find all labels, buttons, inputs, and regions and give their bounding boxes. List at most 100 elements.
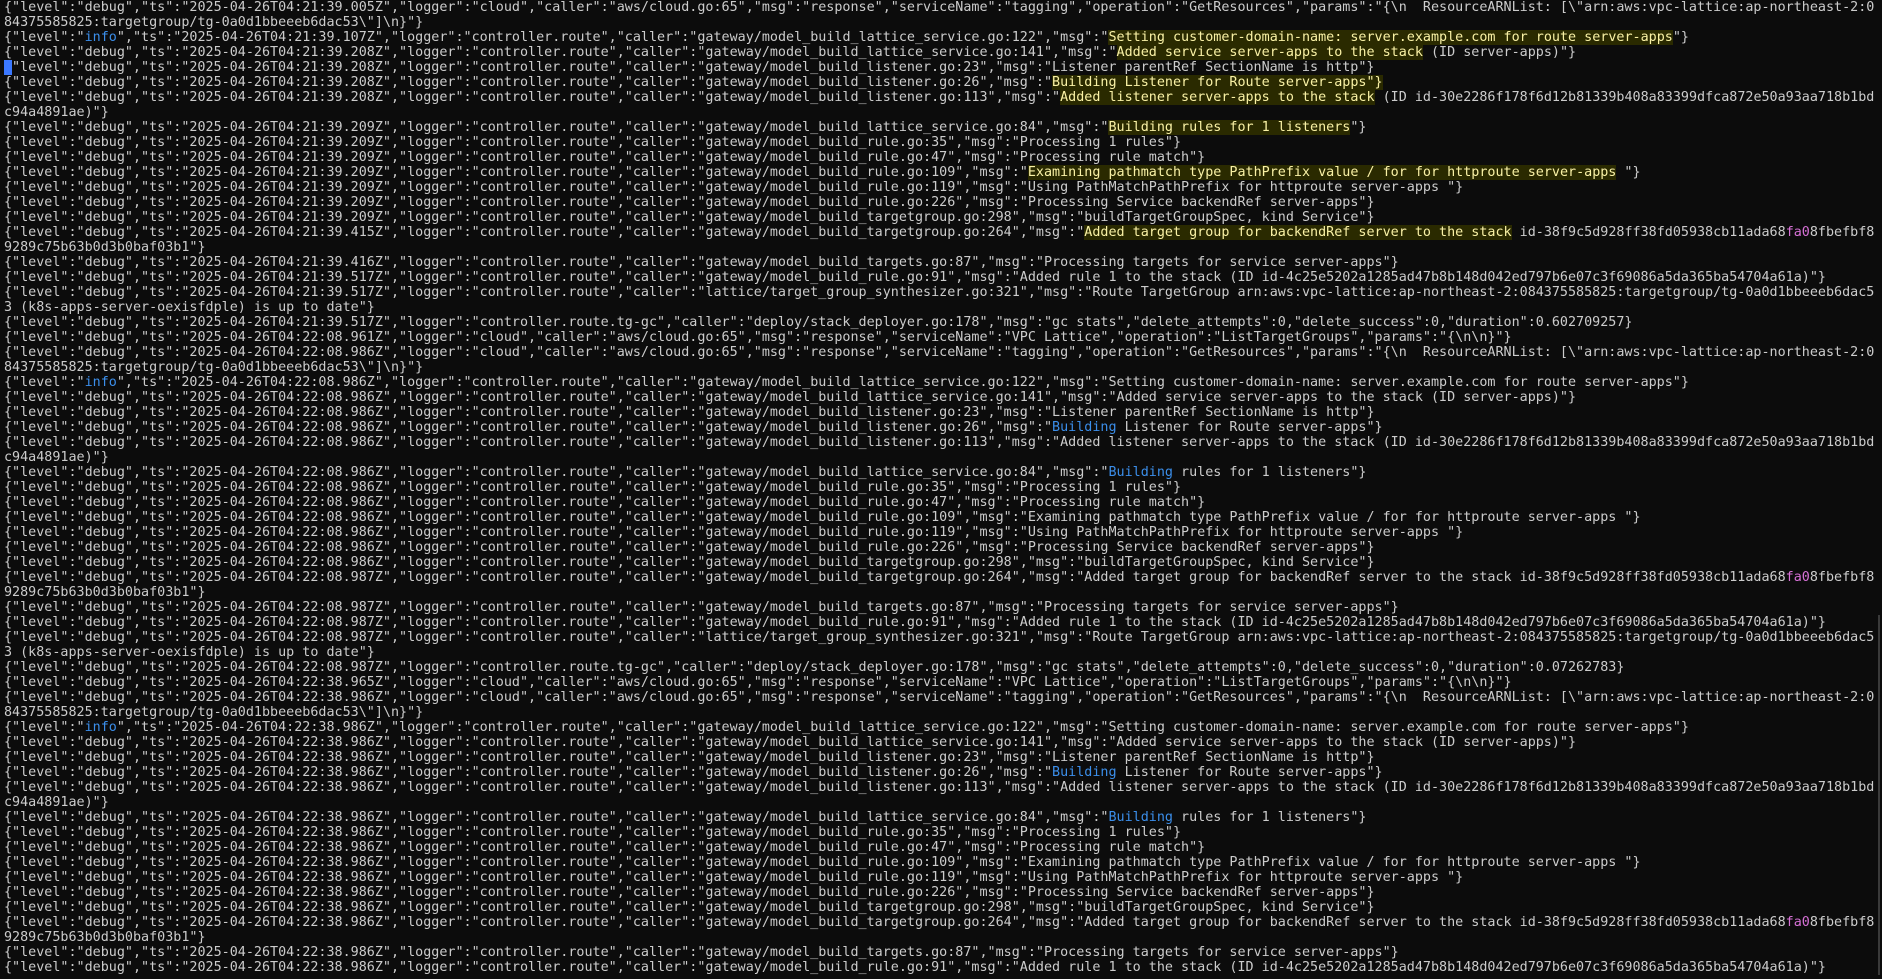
log-segment: ","ts":"2025-04-26T04:22:08.986Z","logge… [116, 375, 1689, 390]
log-segment: {"level":"debug","ts":"2025-04-26T04:22:… [4, 435, 1875, 450]
log-line: {"level":"debug","ts":"2025-04-26T04:21:… [4, 135, 1882, 150]
log-segment: {"level":"debug","ts":"2025-04-26T04:21:… [4, 165, 1028, 180]
log-segment: {"level":"debug","ts":"2025-04-26T04:22:… [4, 960, 1826, 975]
log-segment: Listener for Route server-apps"} [1116, 420, 1383, 435]
log-segment: {"level":"debug","ts":"2025-04-26T04:22:… [4, 765, 1053, 780]
log-line: {"level":"debug","ts":"2025-04-26T04:22:… [4, 615, 1882, 630]
log-segment: {"level":"debug","ts":"2025-04-26T04:22:… [4, 840, 1206, 855]
log-line: {"level":"debug","ts":"2025-04-26T04:21:… [4, 90, 1882, 105]
log-line: {"level":"debug","ts":"2025-04-26T04:22:… [4, 405, 1882, 420]
log-line: {"level":"debug","ts":"2025-04-26T04:22:… [4, 420, 1882, 435]
terminal-window[interactable]: {"level":"debug","ts":"2025-04-26T04:21:… [0, 0, 1882, 979]
log-segment: {"level":"debug","ts":"2025-04-26T04:22:… [4, 690, 1875, 705]
log-segment: {"level":"debug","ts":"2025-04-26T04:21:… [4, 180, 1464, 195]
log-line: {"level":"debug","ts":"2025-04-26T04:22:… [4, 660, 1882, 675]
log-segment: {"level":"debug","ts":"2025-04-26T04:21:… [4, 210, 1375, 225]
log-segment: {"level":"debug","ts":"2025-04-26T04:21:… [4, 315, 1633, 330]
log-line: 84375585825:targetgroup/tg-0a0d1bbeeeb6d… [4, 705, 1882, 720]
log-line: {"level":"debug","ts":"2025-04-26T04:22:… [4, 555, 1882, 570]
log-segment: 84375585825:targetgroup/tg-0a0d1bbeeeb6d… [4, 360, 424, 375]
log-segment: {"level":"debug","ts":"2025-04-26T04:21:… [4, 270, 1826, 285]
log-line: {"level":"debug","ts":"2025-04-26T04:22:… [4, 465, 1882, 480]
log-segment: {"level":"debug","ts":"2025-04-26T04:22:… [4, 525, 1464, 540]
log-line: {"level":"debug","ts":"2025-04-26T04:22:… [4, 885, 1882, 900]
log-line: {"level":"debug","ts":"2025-04-26T04:22:… [4, 900, 1882, 915]
log-segment: Examining pathmatch type PathPrefix valu… [1027, 165, 1617, 180]
log-segment: {"level":"debug","ts":"2025-04-26T04:22:… [4, 825, 1182, 840]
log-line: {"level":"debug","ts":"2025-04-26T04:21:… [4, 195, 1882, 210]
scrollbar[interactable] [1878, 615, 1880, 975]
log-line: {"level":"debug","ts":"2025-04-26T04:22:… [4, 600, 1882, 615]
log-segment: {"level":"debug","ts":"2025-04-26T04:21:… [4, 120, 1109, 135]
log-segment: Building rules for 1 listeners [1108, 120, 1351, 135]
log-segment: {"level":" [4, 375, 85, 390]
log-segment: info [84, 30, 117, 45]
log-line: {"level":"debug","ts":"2025-04-26T04:22:… [4, 855, 1882, 870]
log-line: {"level":"debug","ts":"2025-04-26T04:22:… [4, 390, 1882, 405]
log-segment: 9289c75b63b0d3b0baf03b1"} [4, 240, 206, 255]
log-line: {"level":"debug","ts":"2025-04-26T04:21:… [4, 285, 1882, 300]
log-line: {"level":"debug","ts":"2025-04-26T04:22:… [4, 735, 1882, 750]
log-segment: Setting customer-domain-name: server.exa… [1108, 30, 1673, 45]
log-segment: {"level":"debug","ts":"2025-04-26T04:22:… [4, 810, 1109, 825]
log-segment: "level":"debug","ts":"2025-04-26T04:21:3… [12, 60, 1375, 75]
log-segment: c94a4891ae)"} [4, 105, 109, 120]
log-line: {"level":"debug","ts":"2025-04-26T04:22:… [4, 570, 1882, 585]
log-segment: 8fbefbf8 [1809, 570, 1875, 585]
log-line: c94a4891ae)"} [4, 450, 1882, 465]
log-segment: {"level":"debug","ts":"2025-04-26T04:21:… [4, 75, 1053, 90]
log-segment: (ID server-apps)"} [1422, 45, 1577, 60]
log-segment: {"level":"debug","ts":"2025-04-26T04:22:… [4, 540, 1375, 555]
log-line: 84375585825:targetgroup/tg-0a0d1bbeeeb6d… [4, 15, 1882, 30]
log-segment: Listener for Route server-apps"} [1116, 765, 1383, 780]
log-segment: {"level":"debug","ts":"2025-04-26T04:22:… [4, 915, 1786, 930]
log-segment: {"level":"debug","ts":"2025-04-26T04:22:… [4, 330, 1512, 345]
log-segment: 84375585825:targetgroup/tg-0a0d1bbeeeb6d… [4, 15, 424, 30]
log-segment: {"level":"debug","ts":"2025-04-26T04:22:… [4, 555, 1375, 570]
log-segment: 9289c75b63b0d3b0baf03b1"} [4, 585, 206, 600]
log-segment: {"level":"debug","ts":"2025-04-26T04:22:… [4, 660, 1625, 675]
log-segment: {"level":"debug","ts":"2025-04-26T04:22:… [4, 570, 1786, 585]
log-segment: {"level":"debug","ts":"2025-04-26T04:22:… [4, 495, 1206, 510]
log-line: 9289c75b63b0d3b0baf03b1"} [4, 240, 1882, 255]
log-line: 3 (k8s-apps-server-oexisfdple) is up to … [4, 300, 1882, 315]
log-segment: {"level":" [4, 720, 85, 735]
log-line: {"level":"debug","ts":"2025-04-26T04:22:… [4, 825, 1882, 840]
log-segment: {"level":"debug","ts":"2025-04-26T04:22:… [4, 480, 1182, 495]
log-line: {"level":"info","ts":"2025-04-26T04:21:3… [4, 30, 1882, 45]
log-segment: 8fbefbf8 [1809, 225, 1875, 240]
log-output: {"level":"debug","ts":"2025-04-26T04:21:… [4, 0, 1882, 975]
log-segment: {"level":"debug","ts":"2025-04-26T04:22:… [4, 945, 1399, 960]
log-line: {"level":"debug","ts":"2025-04-26T04:21:… [4, 225, 1882, 240]
log-segment: {"level":"debug","ts":"2025-04-26T04:22:… [4, 390, 1577, 405]
log-line: c94a4891ae)"} [4, 105, 1882, 120]
log-segment: Building [1108, 810, 1173, 825]
log-segment: "} [1350, 120, 1367, 135]
log-line: {"level":"debug","ts":"2025-04-26T04:22:… [4, 780, 1882, 795]
log-segment: info [84, 720, 117, 735]
log-segment: {"level":"debug","ts":"2025-04-26T04:22:… [4, 675, 1512, 690]
log-segment: {"level":"debug","ts":"2025-04-26T04:22:… [4, 750, 1375, 765]
log-segment: (ID id-30e2286f178f6d12b81339b408a83399d… [1374, 90, 1875, 105]
log-segment: id-38f9c5d928ff38fd05938cb11ada68 [1511, 225, 1786, 240]
log-segment: fa0 [1785, 225, 1810, 240]
log-segment: Building [1052, 420, 1117, 435]
log-segment: 3 (k8s-apps-server-oexisfdple) is up to … [4, 645, 375, 660]
log-segment: {"level":"debug","ts":"2025-04-26T04:21:… [4, 0, 1875, 15]
log-segment: ","ts":"2025-04-26T04:21:39.107Z","logge… [116, 30, 1109, 45]
log-segment: {"level":"debug","ts":"2025-04-26T04:22:… [4, 900, 1375, 915]
log-segment: {"level":"debug","ts":"2025-04-26T04:21:… [4, 285, 1875, 300]
log-line: {"level":"debug","ts":"2025-04-26T04:22:… [4, 540, 1882, 555]
log-segment: {"level":" [4, 30, 85, 45]
log-line: {"level":"debug","ts":"2025-04-26T04:22:… [4, 675, 1882, 690]
log-segment: {"level":"debug","ts":"2025-04-26T04:21:… [4, 135, 1182, 150]
log-segment: 8fbefbf8 [1809, 915, 1875, 930]
log-segment: 84375585825:targetgroup/tg-0a0d1bbeeeb6d… [4, 705, 424, 720]
log-line: {"level":"debug","ts":"2025-04-26T04:21:… [4, 165, 1882, 180]
log-segment: {"level":"debug","ts":"2025-04-26T04:22:… [4, 780, 1875, 795]
log-segment: rules for 1 listeners"} [1172, 465, 1367, 480]
log-segment: info [84, 375, 117, 390]
log-line: {"level":"debug","ts":"2025-04-26T04:22:… [4, 510, 1882, 525]
log-line: c94a4891ae)"} [4, 795, 1882, 810]
log-line: {"level":"debug","ts":"2025-04-26T04:22:… [4, 945, 1882, 960]
